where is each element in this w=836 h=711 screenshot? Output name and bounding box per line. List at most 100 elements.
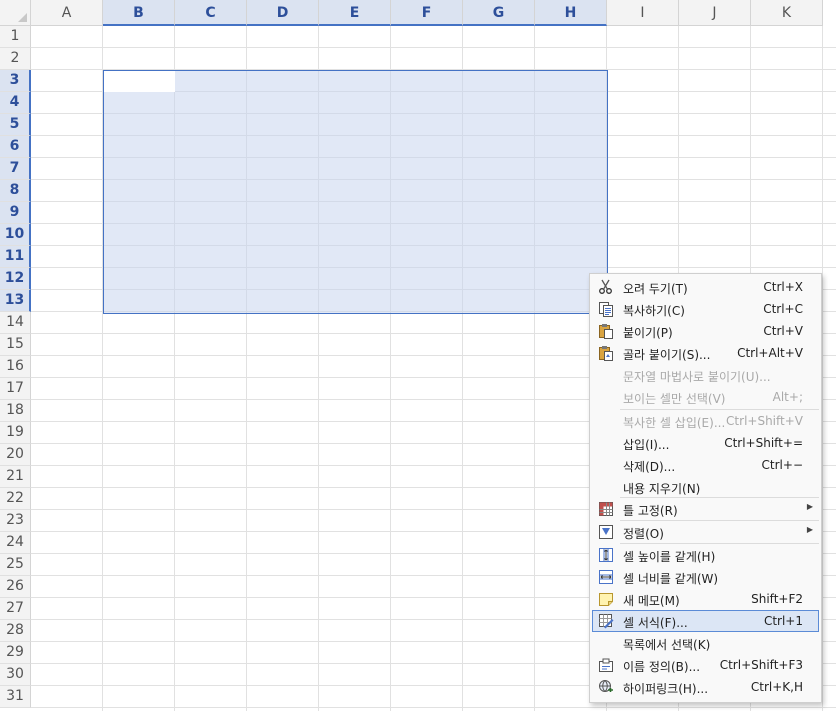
submenu-arrow-icon: ▶ <box>806 525 813 534</box>
menu-item-label: 복사하기(C) <box>623 304 685 318</box>
row-header-4[interactable]: 4 <box>0 92 31 114</box>
menu-item-format-cells[interactable]: 셀 서식(F)... Ctrl+1 <box>592 610 819 632</box>
menu-item-label: 정렬(O) <box>623 527 664 541</box>
row-header-19[interactable]: 19 <box>0 422 31 444</box>
row-header-11[interactable]: 11 <box>0 246 31 268</box>
sort-icon <box>598 524 614 540</box>
select-all-corner[interactable] <box>0 0 31 26</box>
cell-selection-range[interactable] <box>103 70 608 314</box>
menu-item-shortcut: Ctrl+Alt+V <box>737 346 803 360</box>
row-header-23[interactable]: 23 <box>0 510 31 532</box>
row-header-12[interactable]: 12 <box>0 268 31 290</box>
menu-item-freeze-panes[interactable]: 틀 고정(R) ▶ <box>592 498 819 520</box>
row-header-16[interactable]: 16 <box>0 356 31 378</box>
define-name-icon <box>598 657 614 673</box>
menu-item-label: 오려 두기(T) <box>623 282 688 296</box>
menu-separator <box>620 409 819 410</box>
menu-item-cut[interactable]: 오려 두기(T) Ctrl+X <box>592 276 819 298</box>
row-header-10[interactable]: 10 <box>0 224 31 246</box>
row-header-26[interactable]: 26 <box>0 576 31 598</box>
paste-special-icon <box>598 345 614 361</box>
menu-item-label: 셀 너비를 같게(W) <box>623 572 719 586</box>
row-header-21[interactable]: 21 <box>0 466 31 488</box>
menu-item-new-memo[interactable]: 새 메모(M) Shift+F2 <box>592 588 819 610</box>
menu-item-define-name[interactable]: 이름 정의(B)... Ctrl+Shift+F3 <box>592 654 819 676</box>
menu-item-label: 이름 정의(B)... <box>623 660 701 674</box>
column-header-e[interactable]: E <box>319 0 391 26</box>
menu-item-label: 붙이기(P) <box>623 326 673 340</box>
row-header-25[interactable]: 25 <box>0 554 31 576</box>
menu-item-insert[interactable]: 삽입(I)... Ctrl+Shift+= <box>592 432 819 454</box>
row-header-5[interactable]: 5 <box>0 114 31 136</box>
column-header-i[interactable]: I <box>607 0 679 26</box>
column-header-g[interactable]: G <box>463 0 535 26</box>
menu-item-label: 복사한 셀 삽입(E)... <box>623 416 726 430</box>
equal-height-icon <box>598 547 614 563</box>
row-header-29[interactable]: 29 <box>0 642 31 664</box>
row-header-14[interactable]: 14 <box>0 312 31 334</box>
menu-item-shortcut: Ctrl+K,H <box>750 680 803 694</box>
menu-item-shortcut: Alt+; <box>772 390 803 404</box>
menu-item-paste-special[interactable]: 골라 붙이기(S)... Ctrl+Alt+V <box>592 342 819 364</box>
menu-item-equal-row-height[interactable]: 셀 높이를 같게(H) <box>592 544 819 566</box>
column-header-j[interactable]: J <box>679 0 751 26</box>
row-header-27[interactable]: 27 <box>0 598 31 620</box>
row-header-22[interactable]: 22 <box>0 488 31 510</box>
row-header-18[interactable]: 18 <box>0 400 31 422</box>
menu-item-label: 문자열 마법사로 붙이기(U)... <box>623 370 771 384</box>
cell-format-icon <box>598 613 614 629</box>
row-header-6[interactable]: 6 <box>0 136 31 158</box>
row-header-13[interactable]: 13 <box>0 290 31 312</box>
scissors-icon <box>598 279 614 295</box>
menu-item-paste[interactable]: 붙이기(P) Ctrl+V <box>592 320 819 342</box>
copy-icon <box>598 301 614 317</box>
column-header-c[interactable]: C <box>175 0 247 26</box>
menu-item-label: 내용 지우기(N) <box>623 482 701 496</box>
active-cell-b3[interactable] <box>104 71 175 92</box>
menu-item-shortcut: Ctrl+Shift+F3 <box>719 658 803 672</box>
column-header-k[interactable]: K <box>751 0 823 26</box>
column-header-b[interactable]: B <box>103 0 175 26</box>
row-header-24[interactable]: 24 <box>0 532 31 554</box>
hyperlink-icon <box>598 679 614 695</box>
column-header-d[interactable]: D <box>247 0 319 26</box>
row-header-1[interactable]: 1 <box>0 26 31 48</box>
menu-item-label: 골라 붙이기(S)... <box>623 348 711 362</box>
row-header-15[interactable]: 15 <box>0 334 31 356</box>
column-header-a[interactable]: A <box>31 0 103 26</box>
row-header-20[interactable]: 20 <box>0 444 31 466</box>
row-header-3[interactable]: 3 <box>0 70 31 92</box>
menu-item-paste-with-text-wizard: 문자열 마법사로 붙이기(U)... <box>592 364 819 386</box>
row-header-9[interactable]: 9 <box>0 202 31 224</box>
row-header-17[interactable]: 17 <box>0 378 31 400</box>
menu-item-delete[interactable]: 삭제(D)... Ctrl+− <box>592 454 819 476</box>
menu-item-pick-from-list[interactable]: 목록에서 선택(K) <box>592 632 819 654</box>
row-header-31[interactable]: 31 <box>0 686 31 708</box>
row-header-28[interactable]: 28 <box>0 620 31 642</box>
menu-item-shortcut: Ctrl+Shift+= <box>724 436 803 450</box>
row-header-7[interactable]: 7 <box>0 158 31 180</box>
menu-item-equal-column-width[interactable]: 셀 너비를 같게(W) <box>592 566 819 588</box>
menu-item-copy[interactable]: 복사하기(C) Ctrl+C <box>592 298 819 320</box>
paste-icon <box>598 323 614 339</box>
menu-separator <box>620 497 819 498</box>
menu-item-label: 틀 고정(R) <box>623 504 678 518</box>
menu-item-insert-copied-cells: 복사한 셀 삽입(E)... Ctrl+Shift+V <box>592 410 819 432</box>
memo-icon <box>598 591 614 607</box>
menu-item-label: 셀 서식(F)... <box>623 616 688 630</box>
row-gridline <box>31 47 836 48</box>
menu-item-shortcut: Ctrl+1 <box>763 614 803 628</box>
menu-separator <box>620 543 819 544</box>
row-header-30[interactable]: 30 <box>0 664 31 686</box>
menu-item-shortcut: Ctrl+C <box>763 302 803 316</box>
column-header-f[interactable]: F <box>391 0 463 26</box>
menu-item-hyperlink[interactable]: 하이퍼링크(H)... Ctrl+K,H <box>592 676 819 698</box>
menu-item-shortcut: Shift+F2 <box>751 592 803 606</box>
column-header-h[interactable]: H <box>535 0 607 26</box>
menu-item-shortcut: Ctrl+− <box>761 458 803 472</box>
row-header-8[interactable]: 8 <box>0 180 31 202</box>
menu-item-clear-contents[interactable]: 내용 지우기(N) <box>592 476 819 498</box>
menu-item-sort[interactable]: 정렬(O) ▶ <box>592 521 819 543</box>
menu-item-shortcut: Ctrl+Shift+V <box>726 414 803 428</box>
row-header-2[interactable]: 2 <box>0 48 31 70</box>
